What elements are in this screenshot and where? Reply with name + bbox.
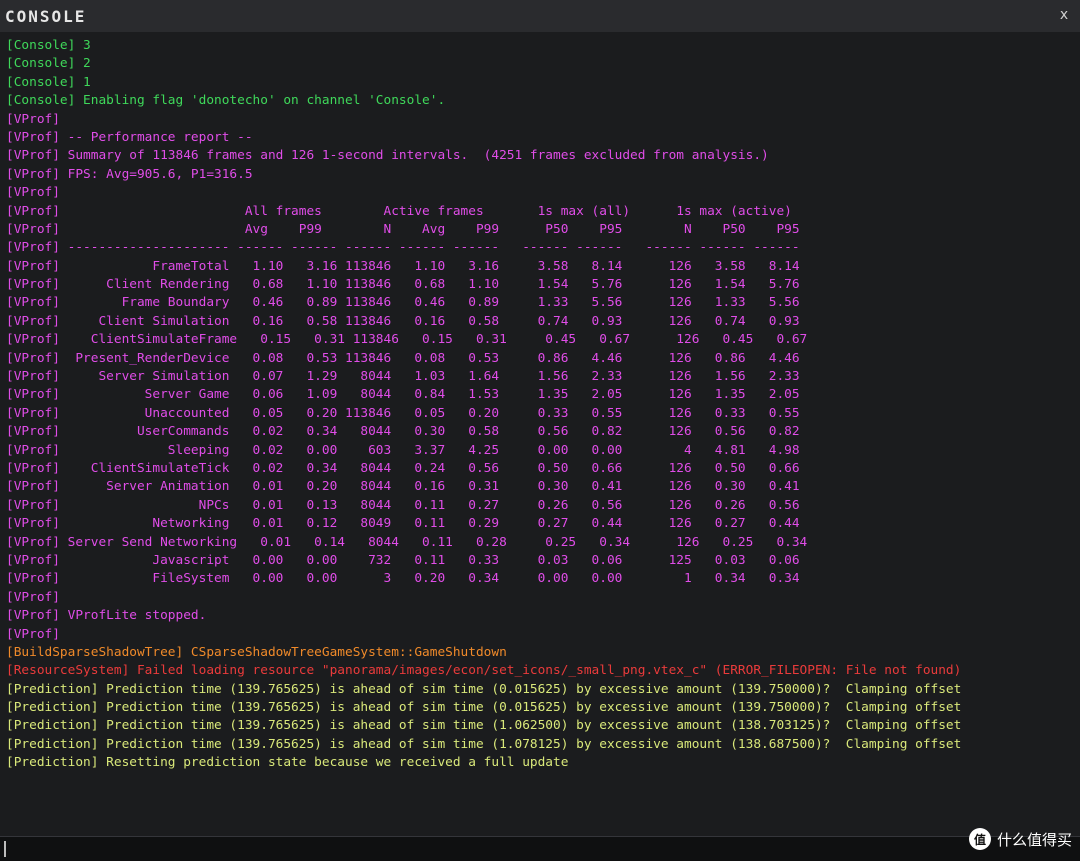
log-lines: [Console] 3 [Console] 2 [Console] 1 [Consol… (6, 37, 961, 773)
log-line: [VProf] Avg P99 N Avg P99 P50 P95 N P50 … (6, 221, 800, 237)
log-line: [VProf] NPCs 0.01 0.13 8044 0.11 0.27 0.… (6, 497, 800, 513)
log-line: [VProf] Server Animation 0.01 0.20 8044 … (6, 479, 800, 495)
log-line: [VProf] FPS: Avg=905.6, P1=316.5 (6, 166, 253, 182)
close-icon[interactable]: x (1056, 6, 1072, 24)
log-line: [VProf] Frame Boundary 0.46 0.89 113846 … (6, 295, 800, 311)
log-line: [VProf] Networking 0.01 0.12 8049 0.11 0… (6, 516, 800, 532)
log-line: [VProf] Javascript 0.00 0.00 732 0.11 0.… (6, 552, 800, 568)
title-bar[interactable]: CONSOLE x (0, 0, 1080, 33)
watermark-text: 什么值得买 (996, 830, 1072, 849)
log-line: [VProf] Server Game 0.06 1.09 8044 0.84 … (6, 387, 800, 403)
log-line: [VProf] Client Simulation 0.16 0.58 1138… (6, 313, 800, 329)
log-line: [VProf] Server Simulation 0.07 1.29 8044… (6, 369, 800, 385)
log-line: [VProf] (6, 589, 60, 605)
log-line: [VProf] -- Performance report -- (6, 129, 253, 145)
log-line: [Console] 2 (6, 56, 91, 72)
console-output[interactable]: [Console] 3 [Console] 2 [Console] 1 [Consol… (0, 32, 1080, 836)
log-line: [ResourceSystem] Failed loading resource… (6, 663, 962, 679)
log-line: [VProf] All frames Active frames 1s max … (6, 203, 792, 219)
log-line: [Console] 3 (6, 38, 91, 53)
log-line: [Prediction] Prediction time (139.765625… (6, 681, 962, 697)
log-line: [Console] 1 (6, 74, 91, 90)
watermark: 值 什么值得买 (968, 827, 1072, 851)
log-line: [VProf] --------------------- ------ ---… (6, 240, 800, 256)
log-line: [VProf] Present_RenderDevice 0.08 0.53 1… (6, 350, 800, 366)
log-line: [VProf] Summary of 113846 frames and 126… (6, 148, 769, 164)
log-line: [VProf] Unaccounted 0.05 0.20 113846 0.0… (6, 405, 800, 421)
log-line: [VProf] FileSystem 0.00 0.00 3 0.20 0.34… (6, 571, 800, 587)
watermark-logo-icon: 值 (968, 828, 991, 850)
log-line: [BuildSparseShadowTree] CSparseShadowTre… (6, 644, 507, 660)
log-line: [VProf] (6, 111, 60, 127)
log-line: [Prediction] Prediction time (139.765625… (6, 700, 962, 716)
console-window: CONSOLE x [Console] 3 [Console] 2 [Console… (0, 0, 1080, 861)
log-line: [VProf] (6, 626, 60, 642)
log-line: [Prediction] Prediction time (139.765625… (6, 736, 962, 752)
text-cursor (4, 841, 6, 857)
log-line: [VProf] Server Send Networking 0.01 0.14… (6, 534, 808, 550)
window-title: CONSOLE (5, 7, 87, 26)
console-input[interactable] (0, 836, 1080, 861)
log-line: [VProf] (6, 185, 60, 201)
log-line: [VProf] VProfLite stopped. (6, 608, 207, 624)
log-line: [VProf] FrameTotal 1.10 3.16 113846 1.10… (6, 258, 800, 274)
log-line: [VProf] UserCommands 0.02 0.34 8044 0.30… (6, 424, 800, 440)
log-line: [VProf] ClientSimulateFrame 0.15 0.31 11… (6, 332, 808, 348)
log-line: [Prediction] Resetting prediction state … (6, 755, 569, 771)
log-line: [VProf] Client Rendering 0.68 1.10 11384… (6, 277, 800, 293)
log-line: [VProf] Sleeping 0.02 0.00 603 3.37 4.25… (6, 442, 800, 458)
log-line: [Prediction] Prediction time (139.765625… (6, 718, 962, 734)
log-line: [Console] Enabling flag 'donotecho' on c… (6, 93, 446, 109)
log-line: [VProf] ClientSimulateTick 0.02 0.34 804… (6, 460, 800, 476)
